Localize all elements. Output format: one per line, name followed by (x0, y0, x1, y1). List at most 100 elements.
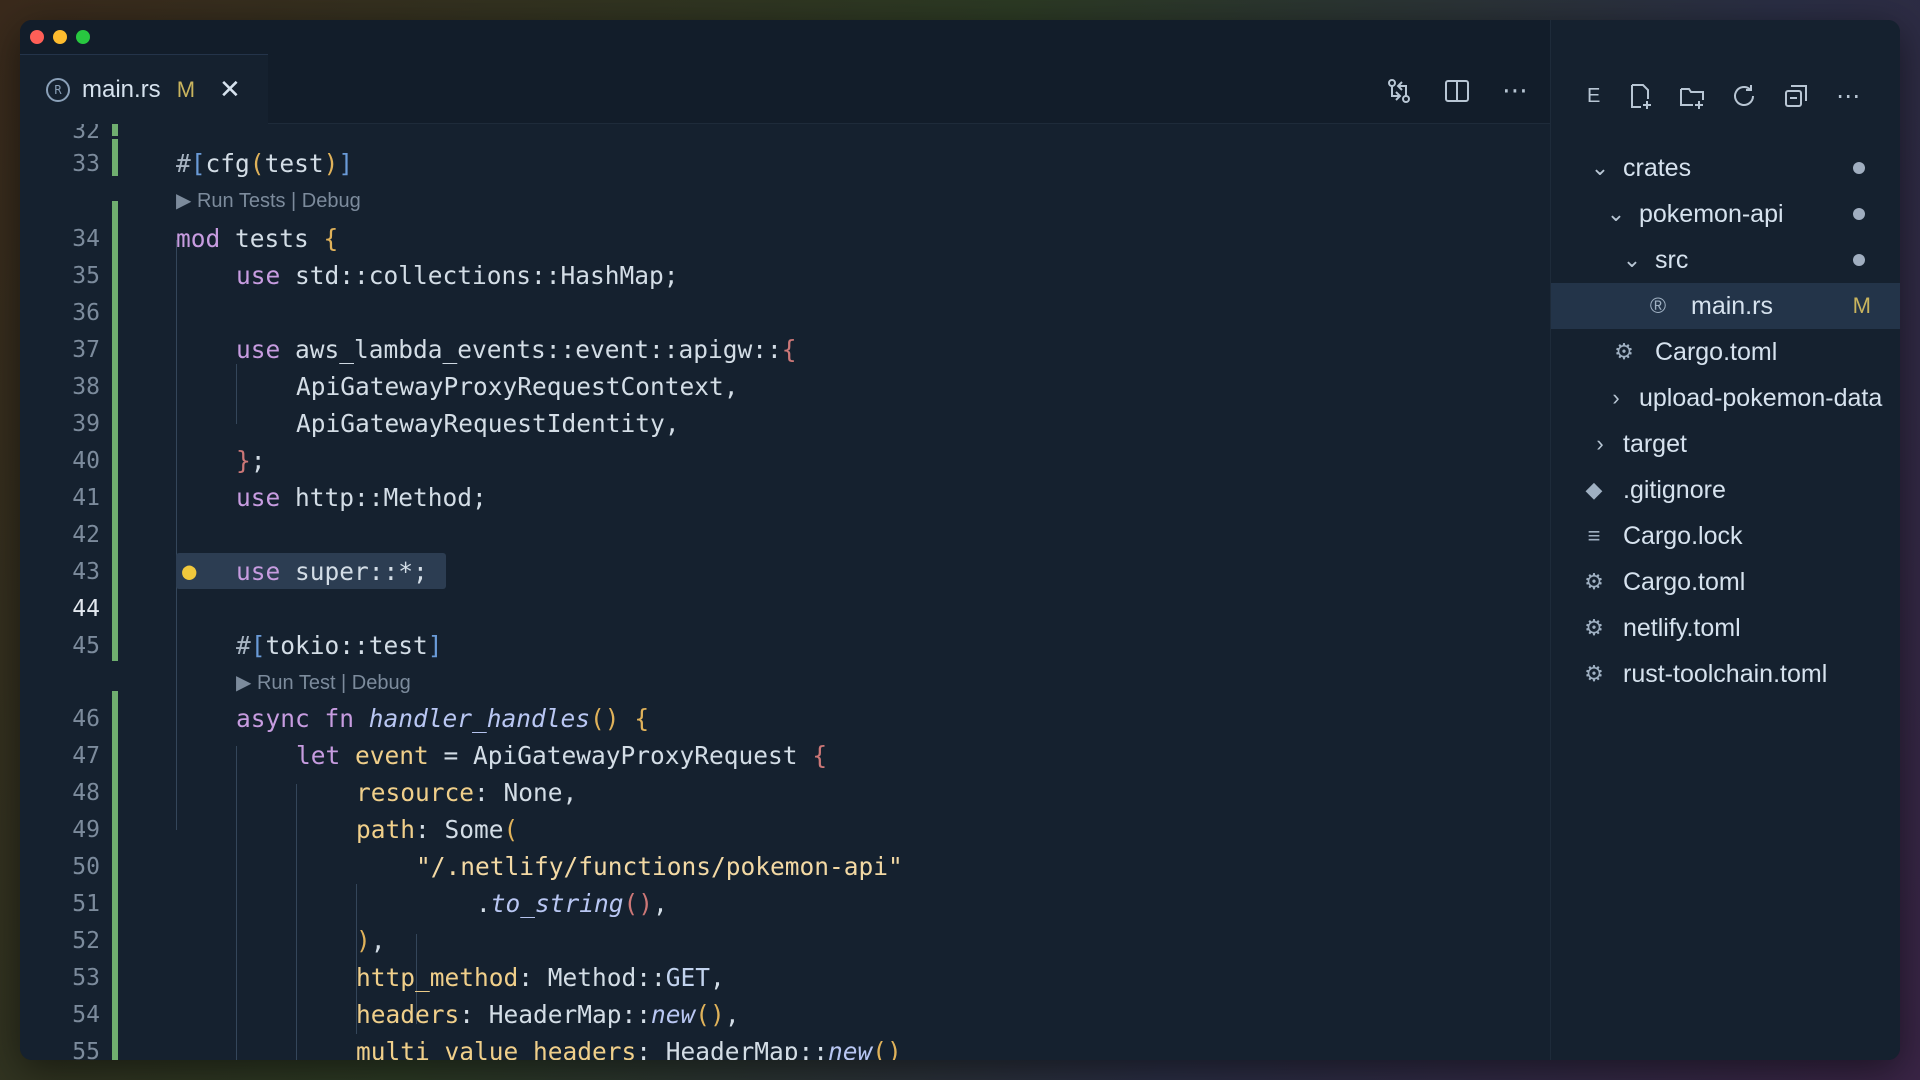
close-window-button[interactable] (30, 30, 44, 44)
code-line: 52 ), (20, 922, 1550, 959)
line-number: 35 (72, 262, 100, 289)
code-line: 51 .to_string(), (20, 885, 1550, 922)
line-number: 45 (72, 632, 100, 659)
code-line-selected: 43 ● use super::*; (20, 553, 1550, 590)
code-line: 36 (20, 294, 1550, 331)
modified-dot (1853, 254, 1865, 266)
code-line: 47 let event = ApiGatewayProxyRequest { (20, 737, 1550, 774)
code-editor: R main.rs M ✕ ⋯ 32 33 #[cfg(test)] ▶ Run… (20, 20, 1550, 1060)
tree-file-cargo-toml-root[interactable]: ⚙ Cargo.toml (1551, 559, 1900, 605)
tree-item-label: Cargo.lock (1623, 521, 1743, 550)
open-changes-icon[interactable] (1384, 76, 1414, 106)
code-line: 46 async fn handler_handles() { (20, 700, 1550, 737)
explorer-more-icon[interactable]: ⋯ (1833, 81, 1863, 111)
code-line: 40 }; (20, 442, 1550, 479)
code-line: 53 http_method: Method::GET, (20, 959, 1550, 996)
code-text: http_method: Method::GET, (356, 963, 725, 992)
line-number: 36 (72, 299, 100, 326)
tree-file-rust-toolchain-toml[interactable]: ⚙ rust-toolchain.toml (1551, 651, 1900, 697)
code-text: use super::*; (236, 557, 428, 586)
modified-dot (1853, 208, 1865, 220)
chevron-down-icon: ⌄ (1622, 247, 1642, 272)
code-text: mod tests { (176, 224, 339, 253)
tree-file-main-rs[interactable]: ® main.rs M (1551, 283, 1900, 329)
code-text: async fn handler_handles() { (236, 704, 650, 733)
editor-actions: ⋯ (1384, 76, 1530, 106)
run-tests-lens[interactable]: ▶ Run Tests | Debug (176, 188, 361, 213)
code-text: ), (356, 926, 386, 955)
code-line: 50 "/.netlify/functions/pokemon-api" (20, 848, 1550, 885)
line-number: 32 (72, 124, 100, 144)
line-number: 34 (72, 225, 100, 252)
editor-window: R main.rs M ✕ ⋯ 32 33 #[cfg(test)] ▶ Run… (20, 20, 1900, 1060)
code-line: 39 ApiGatewayRequestIdentity, (20, 405, 1550, 442)
code-line: 38 ApiGatewayProxyRequestContext, (20, 368, 1550, 405)
line-number: 50 (72, 853, 100, 880)
minimize-window-button[interactable] (53, 30, 67, 44)
code-line: 33 #[cfg(test)] (20, 145, 1550, 182)
lightbulb-icon[interactable]: ● (182, 557, 196, 585)
tree-folder-src[interactable]: ⌄ src (1551, 237, 1900, 283)
line-number: 39 (72, 410, 100, 437)
code-text: path: Some( (356, 815, 519, 844)
tree-folder-target[interactable]: › target (1551, 421, 1900, 467)
code-line: 42 (20, 516, 1550, 553)
chevron-down-icon: ⌄ (1590, 155, 1610, 180)
rust-file-icon: R (46, 77, 70, 102)
tree-item-label: crates (1623, 153, 1692, 182)
code-line: 54 headers: HeaderMap::new(), (20, 996, 1550, 1033)
line-number: 55 (72, 1038, 100, 1061)
tree-file-cargo-toml[interactable]: ⚙ Cargo.toml (1551, 329, 1900, 375)
tree-item-label: rust-toolchain.toml (1623, 659, 1828, 688)
code-text: "/.netlify/functions/pokemon-api" (416, 852, 903, 881)
tree-folder-crates[interactable]: ⌄ crates (1551, 145, 1900, 191)
line-number: 49 (72, 816, 100, 843)
code-line: 48 resource: None, (20, 774, 1550, 811)
tab-bar: R main.rs M ✕ ⋯ (20, 20, 1550, 124)
tree-item-label: Cargo.toml (1623, 567, 1746, 596)
tab-modified-badge: M (176, 76, 196, 102)
new-folder-icon[interactable] (1677, 81, 1707, 111)
code-line: 49 path: Some( (20, 811, 1550, 848)
code-line: 55 multi_value_headers: HeaderMap::new() (20, 1033, 1550, 1060)
new-file-icon[interactable] (1625, 81, 1655, 111)
tree-file-cargo-lock[interactable]: ≡ Cargo.lock (1551, 513, 1900, 559)
run-test-lens[interactable]: ▶ Run Test | Debug (236, 670, 411, 695)
file-explorer: E ⋯ ⌄ crates ⌄ pokemon-api ⌄ src ® main.… (1550, 20, 1900, 1060)
tree-folder-pokemon-api[interactable]: ⌄ pokemon-api (1551, 191, 1900, 237)
rust-file-icon: ® (1649, 293, 1667, 318)
modified-dot (1853, 162, 1865, 174)
more-actions-icon[interactable]: ⋯ (1500, 76, 1530, 106)
tab-filename: main.rs (82, 75, 161, 103)
chevron-right-icon: › (1612, 385, 1620, 410)
modified-badge: M (1852, 293, 1871, 318)
line-number: 42 (72, 521, 100, 548)
collapse-all-icon[interactable] (1781, 81, 1811, 111)
code-line: 34 mod tests { (20, 220, 1550, 257)
line-number: 33 (72, 150, 100, 177)
tree-item-label: netlify.toml (1623, 613, 1741, 642)
tree-folder-upload-pokemon-data[interactable]: › upload-pokemon-data (1551, 375, 1900, 421)
tree-item-label: pokemon-api (1639, 199, 1784, 228)
code-area[interactable]: 32 33 #[cfg(test)] ▶ Run Tests | Debug 3… (20, 124, 1550, 1060)
code-lens-row: ▶ Run Test | Debug (20, 664, 1550, 701)
line-number: 37 (72, 336, 100, 363)
code-text: use http::Method; (236, 483, 487, 512)
code-line: 45 #[tokio::test] (20, 627, 1550, 664)
line-number: 43 (72, 558, 100, 585)
chevron-right-icon: › (1596, 431, 1604, 456)
code-line: 37 use aws_lambda_events::event::apigw::… (20, 331, 1550, 368)
close-tab-icon[interactable]: ✕ (219, 77, 241, 103)
split-editor-icon[interactable] (1442, 76, 1472, 106)
code-text: #[cfg(test)] (176, 149, 354, 178)
code-text: resource: None, (356, 778, 578, 807)
tree-file-gitignore[interactable]: ◆ .gitignore (1551, 467, 1900, 513)
line-number: 51 (72, 890, 100, 917)
refresh-icon[interactable] (1729, 81, 1759, 111)
maximize-window-button[interactable] (76, 30, 90, 44)
tree-file-netlify-toml[interactable]: ⚙ netlify.toml (1551, 605, 1900, 651)
tab-main-rs[interactable]: R main.rs M ✕ (20, 54, 268, 124)
code-line: 35 use std::collections::HashMap; (20, 257, 1550, 294)
code-text: ApiGatewayRequestIdentity, (296, 409, 680, 438)
tree-item-label: Cargo.toml (1655, 337, 1778, 366)
